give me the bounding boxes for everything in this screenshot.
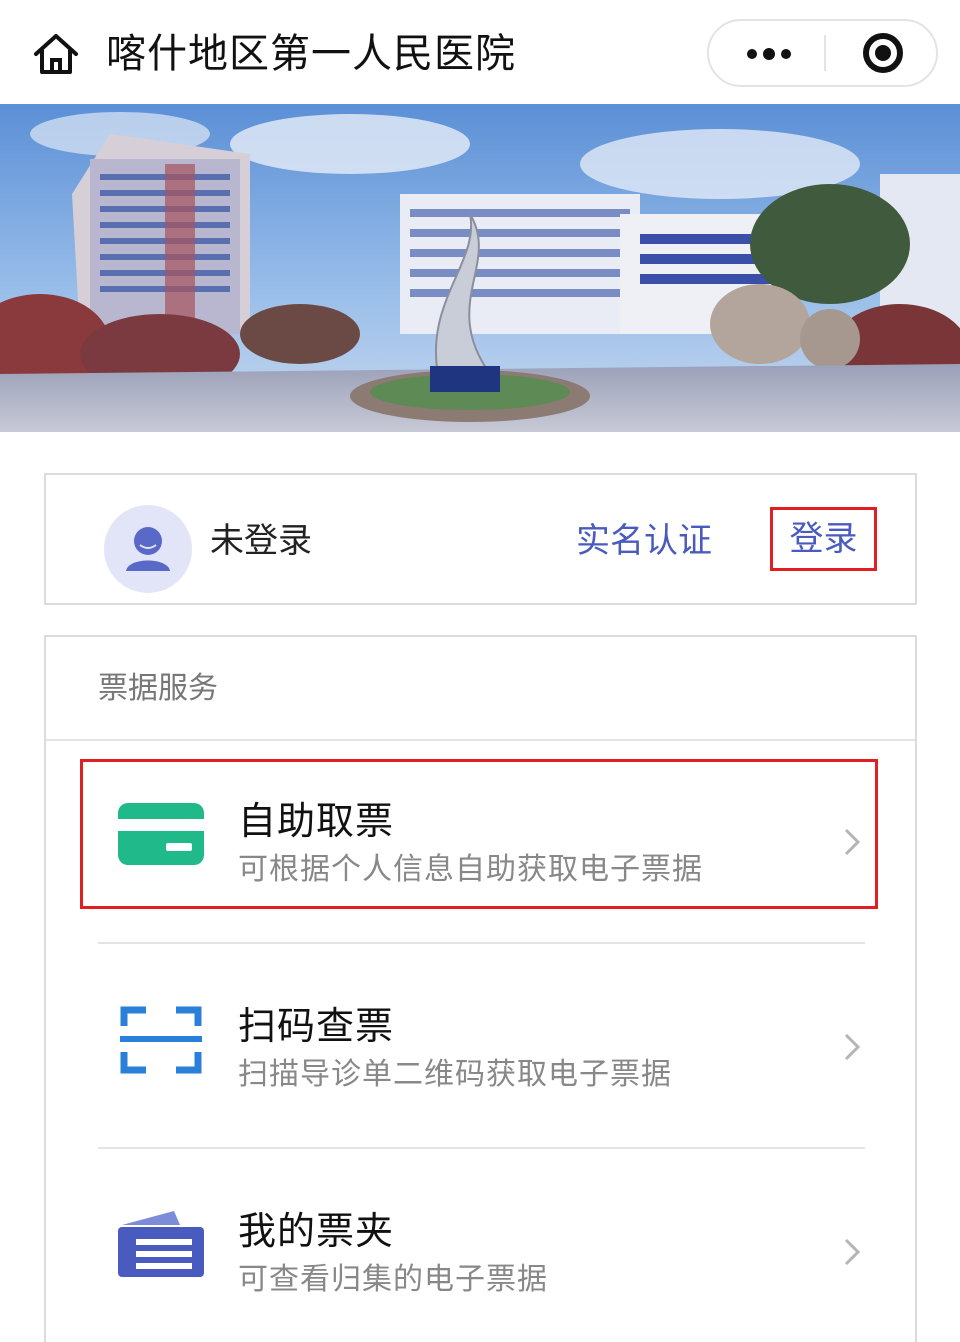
service-item-desc: 扫描导诊单二维码获取电子票据	[238, 1057, 672, 1092]
section-title: 票据服务	[98, 671, 218, 706]
service-item-desc: 可查看归集的电子票据	[238, 1262, 548, 1297]
chevron-right-icon	[842, 1032, 862, 1062]
service-item-desc: 可根据个人信息自助获取电子票据	[238, 852, 703, 887]
service-item-title: 扫码查票	[238, 1004, 395, 1048]
service-item-self-pickup[interactable]: 自助取票 可根据个人信息自助获取电子票据	[46, 759, 915, 909]
chevron-right-icon	[842, 1237, 862, 1267]
item-divider	[98, 1147, 865, 1149]
scan-icon	[116, 1004, 206, 1074]
item-divider	[98, 942, 865, 944]
login-button[interactable]: 登录	[770, 507, 877, 571]
service-item-title: 自助取票	[238, 799, 395, 843]
page-title: 喀什地区第一人民医院	[106, 31, 516, 77]
ticket-folder-icon	[116, 1209, 206, 1279]
login-status-text: 未登录	[210, 521, 312, 561]
more-dots-icon[interactable]	[709, 21, 824, 85]
home-icon[interactable]	[28, 26, 84, 82]
service-item-ticket-folder[interactable]: 我的票夹 可查看归集的电子票据	[46, 1169, 915, 1319]
nav-bar: 喀什地区第一人民医院	[0, 0, 960, 104]
service-item-title: 我的票夹	[238, 1209, 395, 1253]
realname-verify-link[interactable]: 实名认证	[576, 519, 712, 563]
capsule-menu	[707, 19, 938, 87]
user-avatar-icon	[100, 505, 196, 593]
section-divider	[46, 739, 915, 741]
hospital-banner-image	[0, 104, 960, 432]
service-item-scan-code[interactable]: 扫码查票 扫描导诊单二维码获取电子票据	[46, 964, 915, 1114]
ticket-service-panel: 票据服务 自助取票 可根据个人信息自助获取电子票据 扫码查票 扫描导诊单二维码获…	[44, 635, 917, 1342]
card-icon	[116, 799, 206, 869]
target-close-icon[interactable]	[826, 21, 938, 85]
chevron-right-icon	[842, 827, 862, 857]
login-card: 未登录 实名认证 登录	[44, 473, 917, 605]
